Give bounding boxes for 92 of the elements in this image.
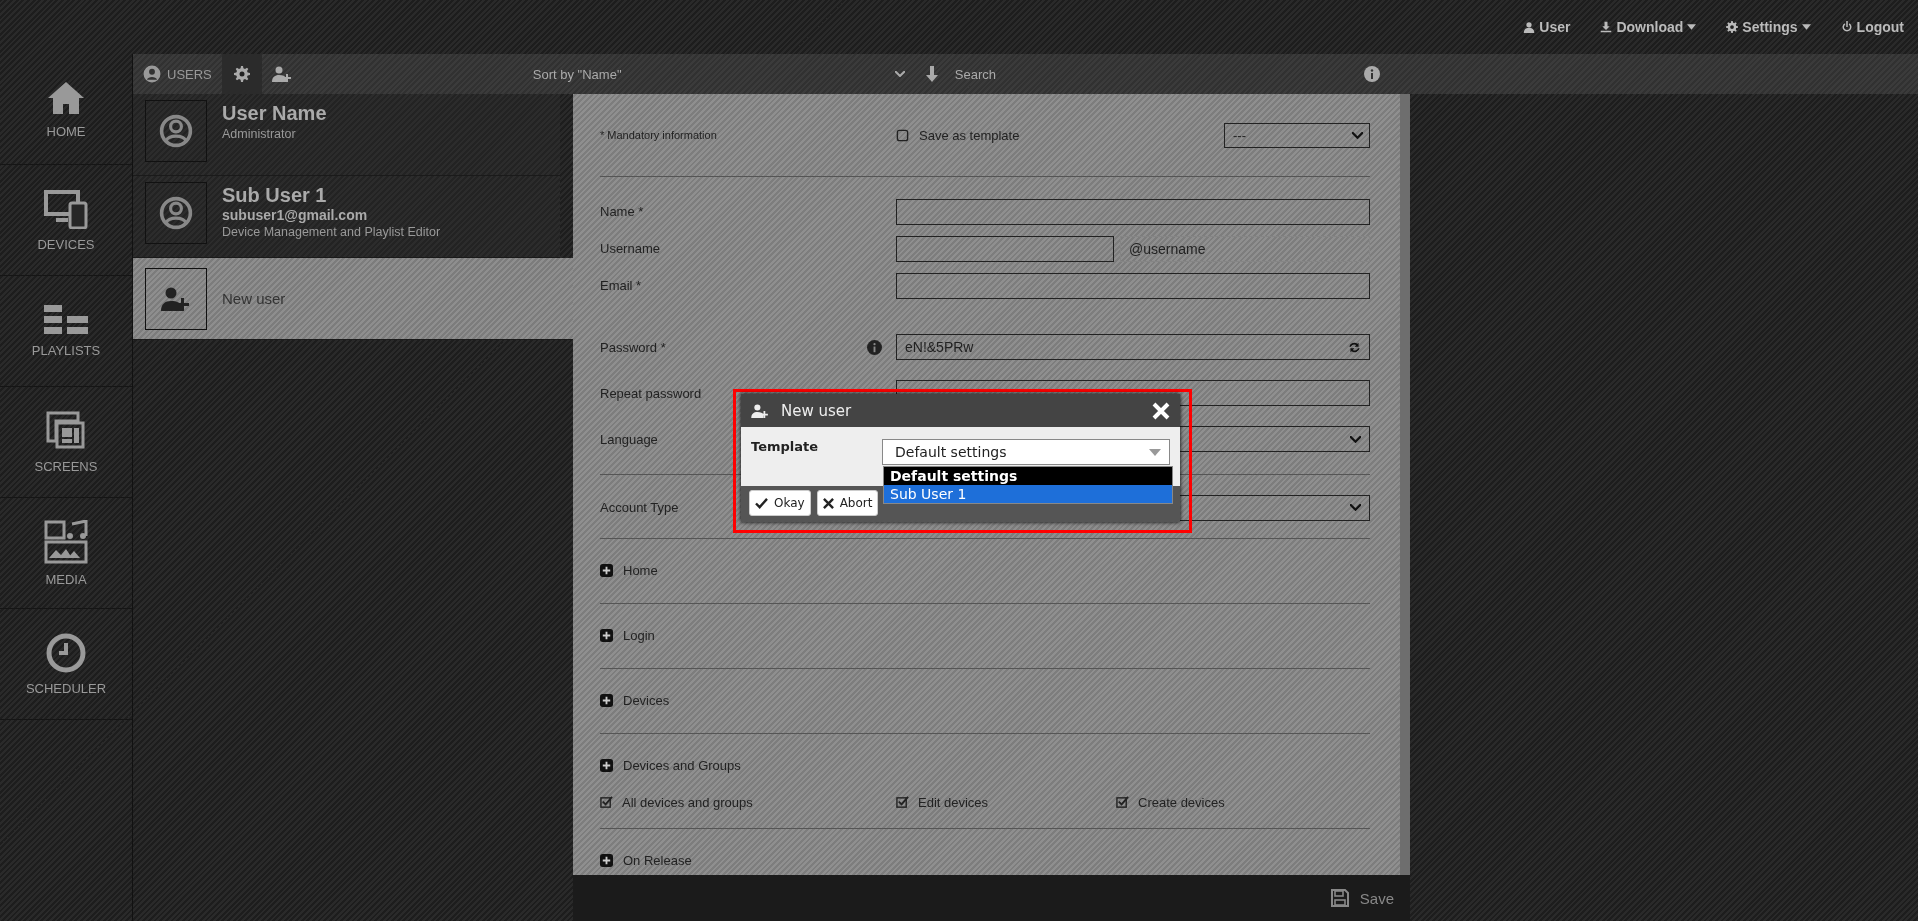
user-role: Administrator [222, 127, 297, 141]
template-label: Template [751, 439, 820, 456]
password-field[interactable]: eN!&5PRw [896, 334, 1370, 360]
nav-item[interactable]: DEVICES [0, 165, 132, 276]
user-circle-icon [143, 65, 161, 83]
user-card[interactable]: New user [133, 258, 573, 340]
menu-link[interactable]: User [1523, 19, 1571, 35]
caret-icon [1149, 448, 1161, 456]
plus-square-icon [600, 854, 613, 867]
caret-icon [1801, 24, 1811, 30]
field-label: Name * [600, 204, 644, 219]
dialog-button[interactable]: Abort [816, 490, 879, 516]
field-label: Language [600, 431, 658, 447]
caret-icon [1687, 24, 1697, 30]
add-user-icon [751, 403, 769, 418]
sort-select[interactable]: Sort by "Name" [532, 54, 913, 94]
field-label: Username [600, 241, 660, 256]
plus-square-icon [600, 759, 613, 772]
check-icon [755, 497, 768, 509]
template-select[interactable]: --- [1224, 122, 1370, 148]
input-field[interactable] [896, 198, 1370, 225]
menu-link[interactable]: Logout [1840, 19, 1904, 35]
save-template-checkbox[interactable]: Save as template [896, 127, 1224, 143]
gear-icon [1726, 21, 1739, 33]
user-avatar-icon [158, 113, 194, 149]
nav-item[interactable]: MEDIA [0, 498, 132, 609]
nav-item[interactable]: PLAYLISTS [0, 276, 132, 387]
search-field[interactable]: Search [948, 59, 1361, 89]
user-avatar-icon [158, 195, 194, 231]
user-card[interactable]: User Name Administrator [133, 94, 560, 176]
nav-item[interactable]: SCHEDULER [0, 609, 132, 720]
chevron-down-icon [1352, 131, 1363, 139]
user-icon [1523, 21, 1536, 33]
users-tab[interactable]: USERS [133, 54, 222, 94]
list-icon [44, 304, 88, 335]
chevron-down-icon [1350, 504, 1361, 511]
user-role: Device Management and Playlist Editor [222, 225, 441, 239]
info-icon [867, 339, 882, 355]
mandatory-note: * Mandatory information [600, 129, 718, 141]
dropdown-option[interactable]: Default settings [884, 467, 1172, 485]
chevron-down-icon [894, 71, 905, 77]
field-label: Password * [600, 339, 666, 355]
chevron-down-icon [1350, 435, 1361, 443]
refresh-icon [1348, 340, 1361, 354]
plus-square-icon [600, 694, 613, 707]
permission-checkbox[interactable]: Edit devices [896, 795, 1116, 810]
media-icon [44, 519, 88, 564]
add-user-icon [161, 286, 191, 311]
add-user-icon [271, 66, 292, 82]
user-name: Sub User 1 [222, 184, 328, 207]
section-header[interactable]: Devices and Groups [600, 758, 1370, 773]
section-header[interactable]: Login [600, 628, 1370, 643]
user-email: subuser1@gmail.com [222, 207, 369, 223]
close-icon [1152, 401, 1170, 420]
username-suffix: @username [1120, 235, 1370, 262]
section-header[interactable]: Devices [600, 693, 1370, 708]
menu-link[interactable]: Download [1600, 19, 1697, 35]
template-select[interactable]: Default settings [882, 439, 1170, 465]
dialog-button[interactable]: Okay [749, 490, 811, 516]
plus-square-icon [600, 564, 613, 577]
power-icon [1840, 21, 1853, 33]
screens-icon [46, 410, 86, 451]
plus-square-icon [600, 629, 613, 642]
settings-button[interactable] [221, 54, 262, 94]
field-label: Email * [600, 278, 642, 293]
permission-checkbox[interactable]: All devices and groups [600, 795, 896, 810]
house-icon [46, 79, 86, 116]
input-field[interactable] [896, 272, 1370, 299]
dialog-title: New user [781, 401, 852, 420]
user-name: New user [222, 290, 286, 307]
download-icon [1600, 21, 1613, 33]
save-button[interactable]: Save [1323, 887, 1400, 909]
floppy-icon [1329, 888, 1350, 908]
section-header[interactable]: Home [600, 563, 1370, 578]
user-card[interactable]: Sub User 1 subuser1@gmail.com Device Management and Playlist Editor [133, 176, 560, 258]
gear-icon [233, 66, 250, 82]
user-name: User Name [222, 102, 327, 125]
permission-checkbox[interactable]: Create devices [1116, 795, 1370, 810]
menu-link[interactable]: Settings [1726, 19, 1811, 35]
dropdown-option[interactable]: Sub User 1 [884, 485, 1172, 503]
nav-item[interactable]: HOME [0, 54, 132, 165]
x-icon [822, 497, 834, 509]
info-icon [1363, 66, 1380, 82]
clock-icon [46, 632, 86, 673]
field-label: Account Type [600, 500, 679, 515]
nav-item[interactable]: SCREENS [0, 387, 132, 498]
field-label: Repeat password [600, 385, 702, 401]
section-header[interactable]: On Release [600, 853, 1370, 868]
arrow-down-icon [924, 66, 939, 82]
close-button[interactable] [1152, 401, 1170, 420]
input-field[interactable] [896, 235, 1114, 262]
monitor-phone-icon [44, 188, 88, 229]
